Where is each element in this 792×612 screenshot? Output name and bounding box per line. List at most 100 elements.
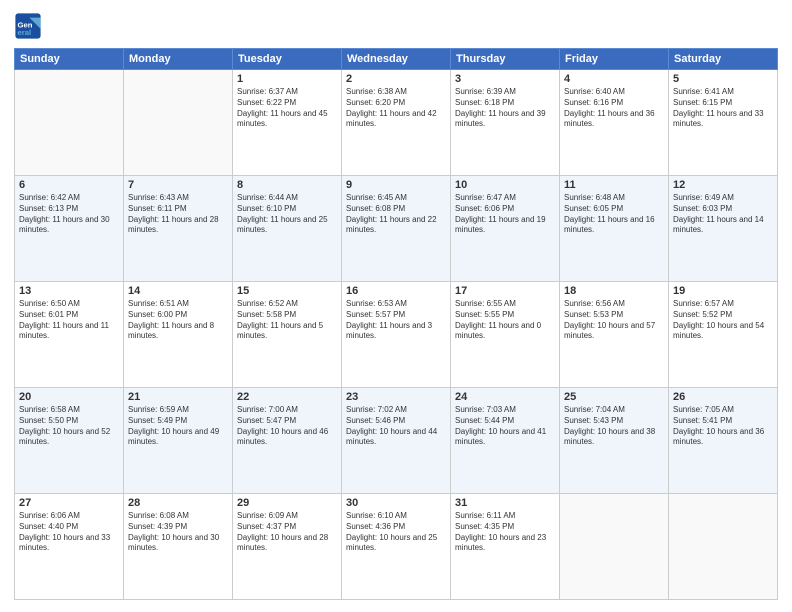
day-number: 17 bbox=[455, 285, 555, 297]
calendar-cell: 2 Sunrise: 6:38 AM Sunset: 6:20 PM Daylig… bbox=[342, 70, 451, 176]
day-info: Sunrise: 6:58 AM Sunset: 5:50 PM Dayligh… bbox=[19, 405, 119, 448]
calendar-cell: 14Sunrise: 6:51 AM Sunset: 6:00 PM Dayli… bbox=[124, 282, 233, 388]
day-number: 2 bbox=[346, 73, 446, 85]
day-number: 3 bbox=[455, 73, 555, 85]
calendar-cell: 28 Sunrise: 6:08 AM Sunset: 4:39 PM Dayli… bbox=[124, 494, 233, 600]
day-info: Sunrise: 6:43 AM Sunset: 6:11 PM Dayligh… bbox=[128, 193, 228, 236]
calendar-header-row: SundayMondayTuesdayWednesdayThursdayFrid… bbox=[15, 49, 778, 70]
calendar-cell: 5 Sunrise: 6:41 AM Sunset: 6:15 PM Daylig… bbox=[669, 70, 778, 176]
day-info: Sunrise: 7:00 AM Sunset: 5:47 PM Dayligh… bbox=[237, 405, 337, 448]
logo-icon: Gen eral bbox=[14, 12, 42, 40]
calendar-cell bbox=[560, 494, 669, 600]
calendar-cell: 27Sunrise: 6:06 AM Sunset: 4:40 PM Dayli… bbox=[15, 494, 124, 600]
day-number: 26 bbox=[673, 391, 773, 403]
day-number: 9 bbox=[346, 179, 446, 191]
day-info: Sunrise: 6:59 AM Sunset: 5:49 PM Dayligh… bbox=[128, 405, 228, 448]
calendar-header-friday: Friday bbox=[560, 49, 669, 70]
calendar-cell: 23Sunrise: 7:02 AM Sunset: 5:46 PM Dayli… bbox=[342, 388, 451, 494]
calendar-cell: 26 Sunrise: 7:05 AM Sunset: 5:41 PM Dayli… bbox=[669, 388, 778, 494]
calendar-cell: 18Sunrise: 6:56 AM Sunset: 5:53 PM Dayli… bbox=[560, 282, 669, 388]
calendar-header-thursday: Thursday bbox=[451, 49, 560, 70]
day-number: 21 bbox=[128, 391, 228, 403]
day-number: 16 bbox=[346, 285, 446, 297]
calendar-week-1: 1 Sunrise: 6:37 AM Sunset: 6:22 PM Daylig… bbox=[15, 70, 778, 176]
calendar-cell: 24Sunrise: 7:03 AM Sunset: 5:44 PM Dayli… bbox=[451, 388, 560, 494]
day-number: 22 bbox=[237, 391, 337, 403]
calendar-header-sunday: Sunday bbox=[15, 49, 124, 70]
day-info: Sunrise: 6:40 AM Sunset: 6:16 PM Dayligh… bbox=[564, 87, 664, 130]
day-info: Sunrise: 6:47 AM Sunset: 6:06 PM Dayligh… bbox=[455, 193, 555, 236]
calendar-cell: 25 Sunrise: 7:04 AM Sunset: 5:43 PM Dayli… bbox=[560, 388, 669, 494]
day-info: Sunrise: 6:56 AM Sunset: 5:53 PM Dayligh… bbox=[564, 299, 664, 342]
calendar-table: SundayMondayTuesdayWednesdayThursdayFrid… bbox=[14, 48, 778, 600]
calendar-cell: 30 Sunrise: 6:10 AM Sunset: 4:36 PM Dayli… bbox=[342, 494, 451, 600]
day-info: Sunrise: 6:48 AM Sunset: 6:05 PM Dayligh… bbox=[564, 193, 664, 236]
calendar-cell: 20Sunrise: 6:58 AM Sunset: 5:50 PM Dayli… bbox=[15, 388, 124, 494]
day-number: 10 bbox=[455, 179, 555, 191]
day-number: 19 bbox=[673, 285, 773, 297]
day-number: 13 bbox=[19, 285, 119, 297]
day-number: 28 bbox=[128, 497, 228, 509]
calendar-week-4: 20Sunrise: 6:58 AM Sunset: 5:50 PM Dayli… bbox=[15, 388, 778, 494]
day-info: Sunrise: 6:45 AM Sunset: 6:08 PM Dayligh… bbox=[346, 193, 446, 236]
day-info: Sunrise: 6:39 AM Sunset: 6:18 PM Dayligh… bbox=[455, 87, 555, 130]
calendar-cell: 17Sunrise: 6:55 AM Sunset: 5:55 PM Dayli… bbox=[451, 282, 560, 388]
day-info: Sunrise: 6:42 AM Sunset: 6:13 PM Dayligh… bbox=[19, 193, 119, 236]
day-number: 29 bbox=[237, 497, 337, 509]
svg-text:eral: eral bbox=[18, 28, 32, 37]
day-number: 6 bbox=[19, 179, 119, 191]
calendar-cell: 6 Sunrise: 6:42 AM Sunset: 6:13 PM Daylig… bbox=[15, 176, 124, 282]
calendar-cell: 13Sunrise: 6:50 AM Sunset: 6:01 PM Dayli… bbox=[15, 282, 124, 388]
day-info: Sunrise: 6:06 AM Sunset: 4:40 PM Dayligh… bbox=[19, 511, 119, 554]
day-number: 8 bbox=[237, 179, 337, 191]
day-info: Sunrise: 6:44 AM Sunset: 6:10 PM Dayligh… bbox=[237, 193, 337, 236]
day-info: Sunrise: 6:11 AM Sunset: 4:35 PM Dayligh… bbox=[455, 511, 555, 554]
day-info: Sunrise: 6:49 AM Sunset: 6:03 PM Dayligh… bbox=[673, 193, 773, 236]
day-number: 5 bbox=[673, 73, 773, 85]
day-info: Sunrise: 7:03 AM Sunset: 5:44 PM Dayligh… bbox=[455, 405, 555, 448]
calendar-cell: 29 Sunrise: 6:09 AM Sunset: 4:37 PM Dayli… bbox=[233, 494, 342, 600]
day-info: Sunrise: 6:52 AM Sunset: 5:58 PM Dayligh… bbox=[237, 299, 337, 342]
day-info: Sunrise: 7:05 AM Sunset: 5:41 PM Dayligh… bbox=[673, 405, 773, 448]
day-number: 15 bbox=[237, 285, 337, 297]
calendar-header-tuesday: Tuesday bbox=[233, 49, 342, 70]
day-info: Sunrise: 7:04 AM Sunset: 5:43 PM Dayligh… bbox=[564, 405, 664, 448]
day-number: 25 bbox=[564, 391, 664, 403]
day-info: Sunrise: 6:38 AM Sunset: 6:20 PM Dayligh… bbox=[346, 87, 446, 130]
logo: Gen eral bbox=[14, 12, 46, 40]
day-info: Sunrise: 6:10 AM Sunset: 4:36 PM Dayligh… bbox=[346, 511, 446, 554]
page: Gen eral SundayMondayTuesdayWednesdayThu… bbox=[0, 0, 792, 612]
day-info: Sunrise: 6:41 AM Sunset: 6:15 PM Dayligh… bbox=[673, 87, 773, 130]
calendar-cell: 8 Sunrise: 6:44 AM Sunset: 6:10 PM Daylig… bbox=[233, 176, 342, 282]
day-info: Sunrise: 7:02 AM Sunset: 5:46 PM Dayligh… bbox=[346, 405, 446, 448]
calendar-cell bbox=[15, 70, 124, 176]
day-info: Sunrise: 6:09 AM Sunset: 4:37 PM Dayligh… bbox=[237, 511, 337, 554]
calendar-cell: 22 Sunrise: 7:00 AM Sunset: 5:47 PM Dayli… bbox=[233, 388, 342, 494]
calendar-cell: 11Sunrise: 6:48 AM Sunset: 6:05 PM Dayli… bbox=[560, 176, 669, 282]
calendar-cell: 31 Sunrise: 6:11 AM Sunset: 4:35 PM Dayli… bbox=[451, 494, 560, 600]
calendar-cell: 16 Sunrise: 6:53 AM Sunset: 5:57 PM Dayli… bbox=[342, 282, 451, 388]
day-info: Sunrise: 6:53 AM Sunset: 5:57 PM Dayligh… bbox=[346, 299, 446, 342]
calendar-cell bbox=[124, 70, 233, 176]
calendar-header-wednesday: Wednesday bbox=[342, 49, 451, 70]
day-number: 14 bbox=[128, 285, 228, 297]
day-info: Sunrise: 6:57 AM Sunset: 5:52 PM Dayligh… bbox=[673, 299, 773, 342]
day-info: Sunrise: 6:37 AM Sunset: 6:22 PM Dayligh… bbox=[237, 87, 337, 130]
calendar-week-3: 13Sunrise: 6:50 AM Sunset: 6:01 PM Dayli… bbox=[15, 282, 778, 388]
calendar-cell: 7 Sunrise: 6:43 AM Sunset: 6:11 PM Daylig… bbox=[124, 176, 233, 282]
calendar-cell: 9 Sunrise: 6:45 AM Sunset: 6:08 PM Daylig… bbox=[342, 176, 451, 282]
calendar-cell: 15 Sunrise: 6:52 AM Sunset: 5:58 PM Dayli… bbox=[233, 282, 342, 388]
day-info: Sunrise: 6:08 AM Sunset: 4:39 PM Dayligh… bbox=[128, 511, 228, 554]
calendar-cell: 21 Sunrise: 6:59 AM Sunset: 5:49 PM Dayli… bbox=[124, 388, 233, 494]
calendar-cell: 10 Sunrise: 6:47 AM Sunset: 6:06 PM Dayli… bbox=[451, 176, 560, 282]
calendar-cell bbox=[669, 494, 778, 600]
calendar-cell: 12Sunrise: 6:49 AM Sunset: 6:03 PM Dayli… bbox=[669, 176, 778, 282]
day-number: 31 bbox=[455, 497, 555, 509]
calendar-cell: 19 Sunrise: 6:57 AM Sunset: 5:52 PM Dayli… bbox=[669, 282, 778, 388]
day-number: 30 bbox=[346, 497, 446, 509]
calendar-cell: 4Sunrise: 6:40 AM Sunset: 6:16 PM Daylig… bbox=[560, 70, 669, 176]
calendar-header-saturday: Saturday bbox=[669, 49, 778, 70]
day-number: 7 bbox=[128, 179, 228, 191]
day-number: 1 bbox=[237, 73, 337, 85]
calendar-cell: 3 Sunrise: 6:39 AM Sunset: 6:18 PM Daylig… bbox=[451, 70, 560, 176]
